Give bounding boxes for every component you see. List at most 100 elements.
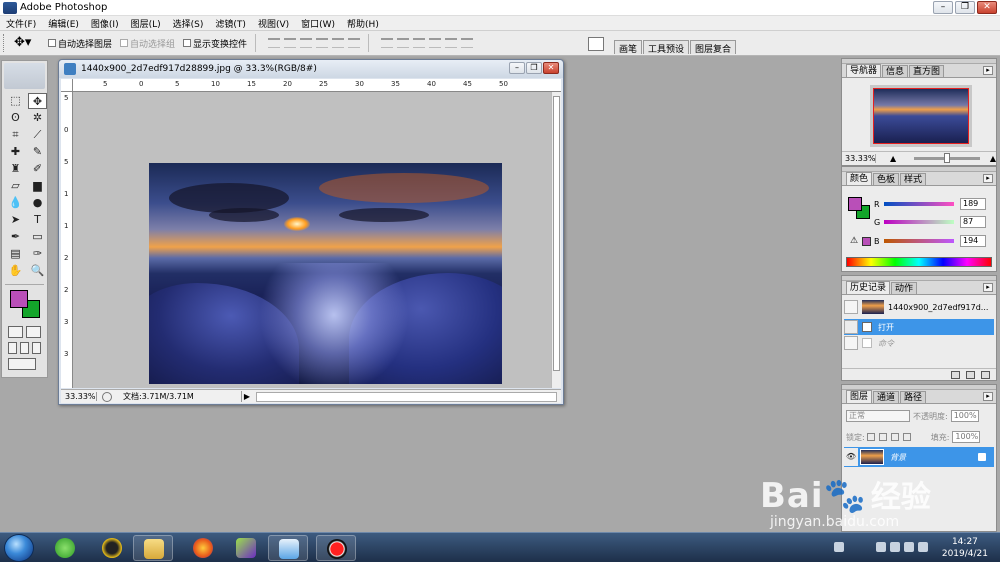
gamut-warning-icon[interactable]: ⚠ (850, 236, 858, 246)
horizontal-scrollbar[interactable] (256, 391, 557, 402)
jump-to-imageready-button[interactable] (8, 358, 36, 370)
align-vcenter-icon[interactable] (284, 38, 297, 48)
crop-tool-icon[interactable]: ⌗ (6, 127, 25, 143)
menu-view[interactable]: 视图(V) (252, 17, 295, 30)
vertical-scrollbar[interactable] (551, 92, 561, 388)
taskbar-app-recorder[interactable] (316, 535, 356, 561)
restore-button[interactable]: ❐ (955, 1, 975, 14)
lock-all-icon[interactable] (902, 433, 911, 441)
zoom-slider-knob[interactable] (944, 153, 951, 163)
taskbar-app-360[interactable] (45, 535, 85, 561)
red-slider[interactable] (884, 202, 954, 206)
zoom-out-icon[interactable]: ▲ (890, 154, 896, 163)
blue-value[interactable]: 194 (960, 235, 986, 247)
slice-tool-icon[interactable]: ⟋ (28, 127, 47, 143)
distribute-left-icon[interactable] (429, 38, 442, 48)
history-brush-source[interactable] (844, 320, 858, 334)
history-brush-tool-icon[interactable]: ✐ (28, 161, 47, 177)
auto-select-layer-checkbox[interactable]: 自动选择图层 (48, 37, 112, 50)
taskbar-app-qq[interactable] (92, 535, 132, 561)
magic-wand-tool-icon[interactable]: ✲ (28, 110, 47, 126)
taskbar-app-explorer[interactable] (133, 535, 173, 561)
path-selection-tool-icon[interactable]: ➤ (6, 212, 25, 228)
tab-paths[interactable]: 路径 (900, 391, 927, 403)
screen-mode-standard-button[interactable] (8, 342, 17, 354)
minimize-button[interactable]: – (933, 1, 953, 14)
doc-minimize-button[interactable]: – (509, 62, 525, 74)
show-transform-checkbox[interactable]: 显示变换控件 (183, 37, 247, 50)
tab-color[interactable]: 颜色 (846, 172, 873, 185)
tab-swatches[interactable]: 色板 (873, 173, 900, 185)
tab-actions[interactable]: 动作 (891, 282, 918, 294)
color-spectrum-bar[interactable] (846, 257, 992, 267)
history-brush-source[interactable] (844, 336, 858, 350)
align-top-icon[interactable] (268, 38, 281, 48)
quick-mask-mode-button[interactable] (26, 326, 41, 338)
menu-select[interactable]: 选择(S) (167, 17, 210, 30)
tab-histogram[interactable]: 直方图 (909, 65, 945, 77)
screen-mode-full-button[interactable] (32, 342, 41, 354)
green-value[interactable]: 87 (960, 216, 986, 228)
opacity-input[interactable]: 100% (950, 410, 979, 422)
well-tab-layer-comps[interactable]: 图层复合 (690, 40, 737, 55)
navigator-zoom[interactable]: 33.33% (842, 154, 876, 163)
fill-input[interactable]: 100% (952, 431, 981, 443)
close-button[interactable]: ✕ (977, 1, 997, 14)
tab-history[interactable]: 历史记录 (846, 281, 891, 294)
blur-tool-icon[interactable]: 💧 (6, 195, 25, 211)
zoom-slider[interactable] (914, 153, 980, 163)
blue-slider[interactable] (884, 239, 954, 243)
layer-name[interactable]: 背景 (890, 452, 906, 463)
new-document-icon[interactable] (951, 370, 960, 379)
history-brush-source[interactable] (844, 300, 858, 314)
pen-tool-icon[interactable]: ✒ (6, 229, 25, 245)
taskbar-app-media[interactable] (226, 535, 266, 561)
align-left-icon[interactable] (316, 38, 329, 48)
panel-menu-icon[interactable]: ▸ (983, 283, 993, 292)
tab-styles[interactable]: 样式 (900, 173, 927, 185)
checkbox-box[interactable] (183, 39, 192, 47)
zoom-in-icon[interactable]: ▲ (990, 154, 996, 163)
doc-restore-button[interactable]: ❐ (526, 62, 542, 74)
eyedropper-tool-icon[interactable]: ✑ (28, 246, 47, 262)
keyboard-icon[interactable] (834, 542, 844, 552)
zoom-tool-icon[interactable]: 🔍 (28, 263, 47, 279)
type-tool-icon[interactable]: T (28, 212, 47, 228)
ruler-corner[interactable] (61, 79, 73, 92)
tab-info[interactable]: 信息 (882, 65, 909, 77)
menu-window[interactable]: 窗口(W) (295, 17, 341, 30)
distribute-hcenter-icon[interactable] (445, 38, 458, 48)
menu-edit[interactable]: 编辑(E) (42, 17, 85, 30)
lock-position-icon[interactable] (890, 433, 899, 441)
history-item[interactable]: 打开 (844, 319, 994, 335)
well-tab-tool-presets[interactable]: 工具预设 (643, 40, 690, 55)
healing-brush-tool-icon[interactable]: ✚ (6, 144, 25, 160)
auto-select-group-checkbox[interactable]: 自动选择组 (120, 37, 175, 50)
tab-navigator[interactable]: 导航器 (846, 64, 882, 77)
tab-channels[interactable]: 通道 (873, 391, 900, 403)
clock[interactable]: 14:27 2019/4/21 (942, 536, 988, 560)
align-hcenter-icon[interactable] (332, 38, 345, 48)
menu-image[interactable]: 图像(I) (85, 17, 125, 30)
standard-mode-button[interactable] (8, 326, 23, 338)
new-snapshot-icon[interactable] (966, 370, 975, 379)
green-slider[interactable] (884, 220, 954, 224)
panel-menu-icon[interactable]: ▸ (983, 66, 993, 75)
network-icon[interactable] (890, 542, 900, 552)
foreground-color-swatch[interactable] (10, 290, 28, 308)
distribute-bottom-icon[interactable] (413, 38, 426, 48)
checkbox-box[interactable] (120, 39, 129, 47)
status-icon[interactable] (102, 391, 112, 402)
dodge-tool-icon[interactable]: ● (28, 195, 47, 211)
menu-filter[interactable]: 滤镜(T) (209, 17, 252, 30)
checkbox-box[interactable] (48, 39, 56, 47)
tab-layers[interactable]: 图层 (846, 390, 873, 403)
status-menu-arrow-icon[interactable]: ▶ (242, 392, 252, 401)
document-image[interactable] (149, 163, 502, 384)
menu-layer[interactable]: 图层(L) (125, 17, 167, 30)
layer-thumbnail[interactable] (860, 449, 884, 465)
align-bottom-icon[interactable] (300, 38, 313, 48)
ruler-vertical[interactable]: 5 0 5 1 1 2 2 3 3 (61, 92, 73, 388)
navigator-preview[interactable] (870, 85, 972, 147)
history-snapshot[interactable]: 1440x900_2d7edf917d... (844, 299, 994, 315)
